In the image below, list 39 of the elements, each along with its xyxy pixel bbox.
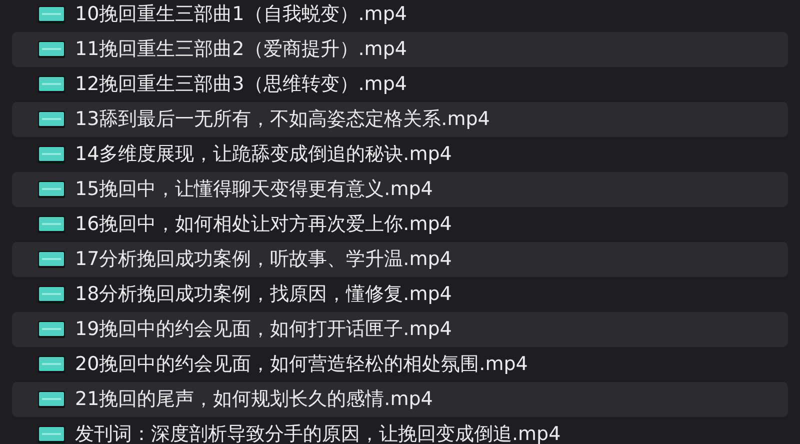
- file-name: 18分析挽回成功案例，找原因，懂修复.mp4: [75, 282, 452, 308]
- video-file-icon: [38, 216, 65, 233]
- video-file-icon: [38, 251, 65, 268]
- file-row[interactable]: 11挽回重生三部曲2（爱商提升）.mp4: [12, 32, 788, 67]
- file-name: 发刊词：深度剖析导致分手的原因，让挽回变成倒追.mp4: [75, 422, 561, 444]
- file-name: 10挽回重生三部曲1（自我蜕变）.mp4: [75, 2, 407, 28]
- file-name: 21挽回的尾声，如何规划长久的感情.mp4: [75, 387, 433, 412]
- video-file-icon: [38, 6, 65, 23]
- file-row[interactable]: 发刊词：深度剖析导致分手的原因，让挽回变成倒追.mp4: [12, 417, 788, 444]
- video-file-icon: [38, 426, 65, 443]
- file-row[interactable]: 13舔到最后一无所有，不如高姿态定格关系.mp4: [12, 102, 788, 137]
- file-name: 20挽回中的约会见面，如何营造轻松的相处氛围.mp4: [75, 352, 528, 378]
- file-name: 19挽回中的约会见面，如何打开话匣子.mp4: [75, 317, 452, 342]
- file-name: 15挽回中，让懂得聊天变得更有意义.mp4: [75, 177, 433, 202]
- file-row[interactable]: 16挽回中，如何相处让对方再次爱上你.mp4: [12, 207, 788, 242]
- video-file-icon: [38, 146, 65, 163]
- file-row[interactable]: 14多维度展现，让跪舔变成倒追的秘诀.mp4: [12, 137, 788, 172]
- video-file-icon: [38, 321, 65, 338]
- file-row[interactable]: 21挽回的尾声，如何规划长久的感情.mp4: [12, 382, 788, 417]
- video-file-icon: [38, 76, 65, 93]
- video-file-icon: [38, 286, 65, 303]
- file-row[interactable]: 10挽回重生三部曲1（自我蜕变）.mp4: [12, 0, 788, 32]
- file-name: 12挽回重生三部曲3（思维转变）.mp4: [75, 72, 407, 98]
- file-row[interactable]: 12挽回重生三部曲3（思维转变）.mp4: [12, 67, 788, 102]
- file-name: 17分析挽回成功案例，听故事、学升温.mp4: [75, 247, 452, 272]
- video-file-icon: [38, 41, 65, 58]
- file-row[interactable]: 17分析挽回成功案例，听故事、学升温.mp4: [12, 242, 788, 277]
- video-file-icon: [38, 181, 65, 198]
- video-file-icon: [38, 391, 65, 408]
- file-row[interactable]: 18分析挽回成功案例，找原因，懂修复.mp4: [12, 277, 788, 312]
- file-row[interactable]: 19挽回中的约会见面，如何打开话匣子.mp4: [12, 312, 788, 347]
- video-file-icon: [38, 111, 65, 128]
- video-file-icon: [38, 356, 65, 373]
- file-row[interactable]: 15挽回中，让懂得聊天变得更有意义.mp4: [12, 172, 788, 207]
- file-name: 13舔到最后一无所有，不如高姿态定格关系.mp4: [75, 107, 490, 132]
- file-name: 11挽回重生三部曲2（爱商提升）.mp4: [75, 37, 407, 62]
- file-row[interactable]: 20挽回中的约会见面，如何营造轻松的相处氛围.mp4: [12, 347, 788, 382]
- file-name: 14多维度展现，让跪舔变成倒追的秘诀.mp4: [75, 142, 452, 168]
- file-name: 16挽回中，如何相处让对方再次爱上你.mp4: [75, 212, 452, 238]
